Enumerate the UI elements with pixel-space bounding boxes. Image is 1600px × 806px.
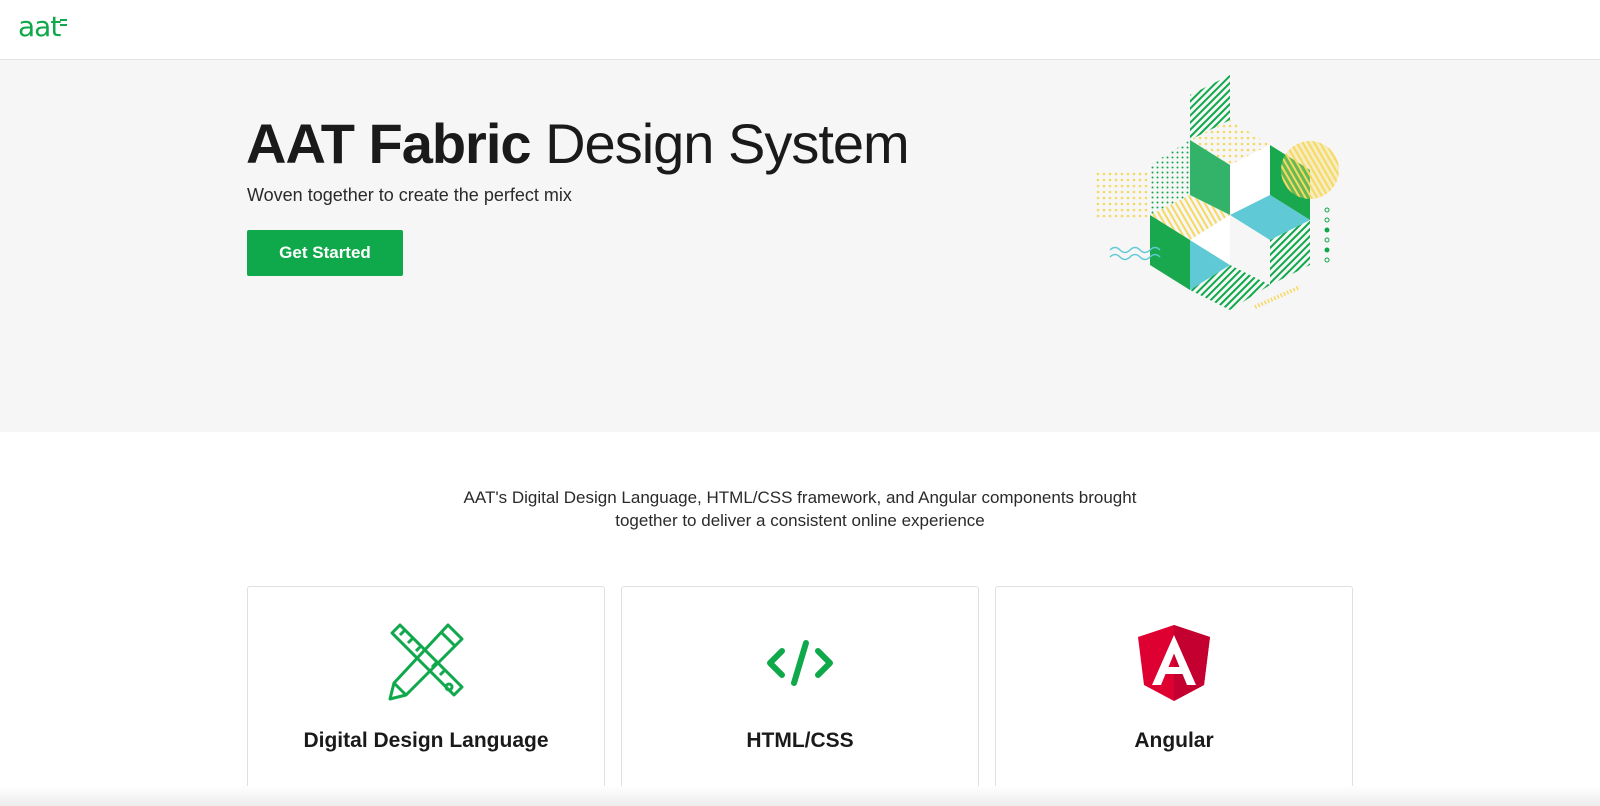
feature-cards: Digital Design Language HTML/CSS Angular bbox=[247, 586, 1353, 788]
fabric-pattern-illustration bbox=[1095, 75, 1339, 310]
get-started-button[interactable]: Get Started bbox=[247, 230, 403, 276]
title-bold-part: AAT Fabric bbox=[246, 112, 532, 175]
hero-banner: AAT Fabric Design System Woven together … bbox=[0, 60, 1600, 432]
bottom-shadow bbox=[0, 786, 1600, 806]
card-label: Digital Design Language bbox=[303, 729, 549, 752]
hero-subtitle: Woven together to create the perfect mix bbox=[247, 185, 572, 205]
page-title: AAT Fabric Design System bbox=[246, 112, 910, 176]
logo-text: aat bbox=[18, 10, 68, 43]
card-digital-design-language[interactable]: Digital Design Language bbox=[247, 586, 605, 788]
intro-text: AAT's Digital Design Language, HTML/CSS … bbox=[400, 486, 1200, 532]
code-icon bbox=[767, 640, 833, 686]
top-navigation-bar: aat bbox=[0, 0, 1600, 60]
intro-line-1: AAT's Digital Design Language, HTML/CSS … bbox=[463, 488, 1137, 507]
card-angular[interactable]: Angular bbox=[995, 586, 1353, 788]
aat-logo[interactable]: aat bbox=[18, 10, 68, 43]
card-label: Angular bbox=[1134, 729, 1214, 752]
card-label: HTML/CSS bbox=[746, 729, 854, 752]
logo-mark-icon bbox=[60, 19, 68, 29]
card-html-css[interactable]: HTML/CSS bbox=[621, 586, 979, 788]
ruler-pencil-icon bbox=[388, 623, 464, 701]
logo-wordmark: aat bbox=[18, 10, 61, 43]
intro-line-2: together to deliver a consistent online … bbox=[615, 511, 985, 530]
title-light-part: Design System bbox=[545, 112, 910, 175]
angular-logo-icon bbox=[1138, 625, 1210, 701]
